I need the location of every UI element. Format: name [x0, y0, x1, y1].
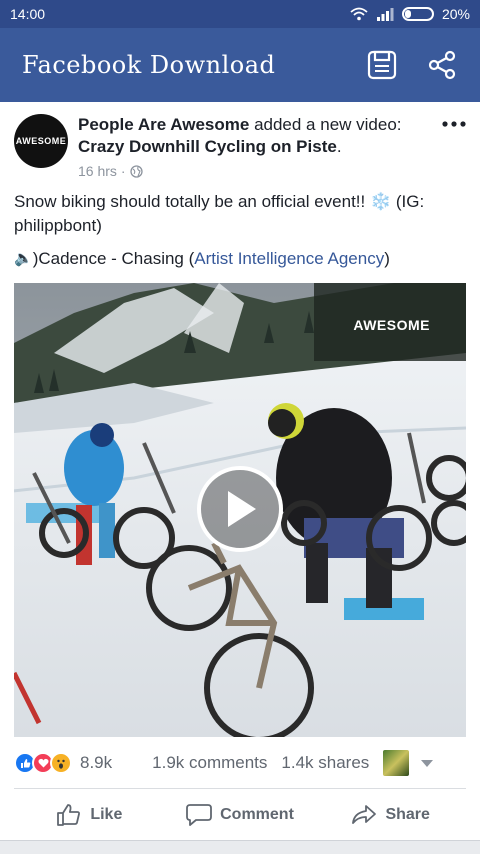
stats-divider — [14, 788, 466, 789]
post-time[interactable]: 16 hrs — [78, 160, 117, 182]
comment-button[interactable]: Comment — [165, 792, 316, 838]
more-icon — [442, 121, 466, 127]
wifi-icon — [350, 7, 368, 21]
like-label: Like — [90, 806, 123, 823]
next-post-edge — [0, 840, 480, 854]
share-label: Share — [385, 806, 430, 823]
post-actions: Like Comment Share — [14, 792, 466, 838]
post-meta: 16 hrs · — [78, 160, 436, 182]
music-track: )Cadence - Chasing ( — [32, 249, 195, 268]
battery-icon — [401, 7, 434, 21]
play-button[interactable] — [197, 466, 283, 552]
video-title-link[interactable]: Crazy Downhill Cycling on Piste — [78, 137, 337, 156]
share-app-button[interactable] — [422, 45, 462, 85]
signal-icon — [376, 8, 394, 21]
video-watermark: AWESOME — [353, 317, 430, 333]
status-bar: 14:00 20% — [0, 0, 480, 28]
save-icon — [367, 50, 397, 80]
sharer-avatar[interactable] — [383, 750, 410, 776]
page-name-link[interactable]: People Are Awesome — [78, 115, 249, 134]
like-icon — [57, 804, 81, 826]
music-close: ) — [384, 249, 390, 268]
video-player[interactable]: AWESOME — [14, 283, 466, 737]
save-button[interactable] — [362, 45, 402, 85]
battery-level: 20% — [441, 6, 470, 22]
reaction-icons[interactable] — [14, 752, 72, 774]
speaker-icon: 🔈 — [14, 250, 33, 267]
share-arrow-icon — [352, 805, 377, 824]
status-icons: 20% — [350, 6, 470, 22]
wow-reaction-icon — [50, 752, 72, 774]
play-icon — [228, 491, 256, 527]
more-options-button[interactable] — [436, 114, 466, 178]
title-suffix: . — [336, 137, 342, 156]
post-header: AWESOME People Are Awesome added a new v… — [14, 114, 466, 179]
post-caption: Snow biking should totally be an officia… — [14, 190, 470, 238]
share-button[interactable]: Share — [315, 792, 466, 838]
post-header-text: People Are Awesome added a new video: Cr… — [78, 114, 436, 179]
chevron-down-icon[interactable] — [421, 759, 434, 767]
post-action-text: added a new video: — [254, 115, 402, 134]
status-time: 14:00 — [10, 6, 46, 22]
comments-count[interactable]: 1.9k comments — [152, 753, 267, 773]
avatar-logo-text: AWESOME — [15, 136, 67, 146]
app-title: Facebook Download — [22, 51, 276, 79]
music-line: 🔈)Cadence - Chasing (Artist Intelligence… — [14, 247, 470, 271]
globe-icon — [129, 164, 143, 178]
page-avatar[interactable]: AWESOME — [14, 114, 68, 168]
shares-count[interactable]: 1.4k shares — [281, 753, 369, 773]
reactions-count[interactable]: 8.9k — [80, 753, 112, 773]
post-stats: 8.9k 1.9k comments 1.4k shares — [14, 748, 466, 778]
caption-text: Snow biking should totally be an officia… — [14, 192, 366, 211]
comment-label: Comment — [220, 806, 294, 823]
comment-icon — [186, 804, 213, 826]
like-button[interactable]: Like — [14, 792, 165, 838]
music-artist-link[interactable]: Artist Intelligence Agency — [194, 247, 384, 271]
app-bar: Facebook Download — [0, 28, 480, 102]
meta-separator: · — [120, 163, 126, 179]
snowflake-emoji: ❄️ — [369, 192, 392, 211]
share-icon — [428, 50, 456, 80]
